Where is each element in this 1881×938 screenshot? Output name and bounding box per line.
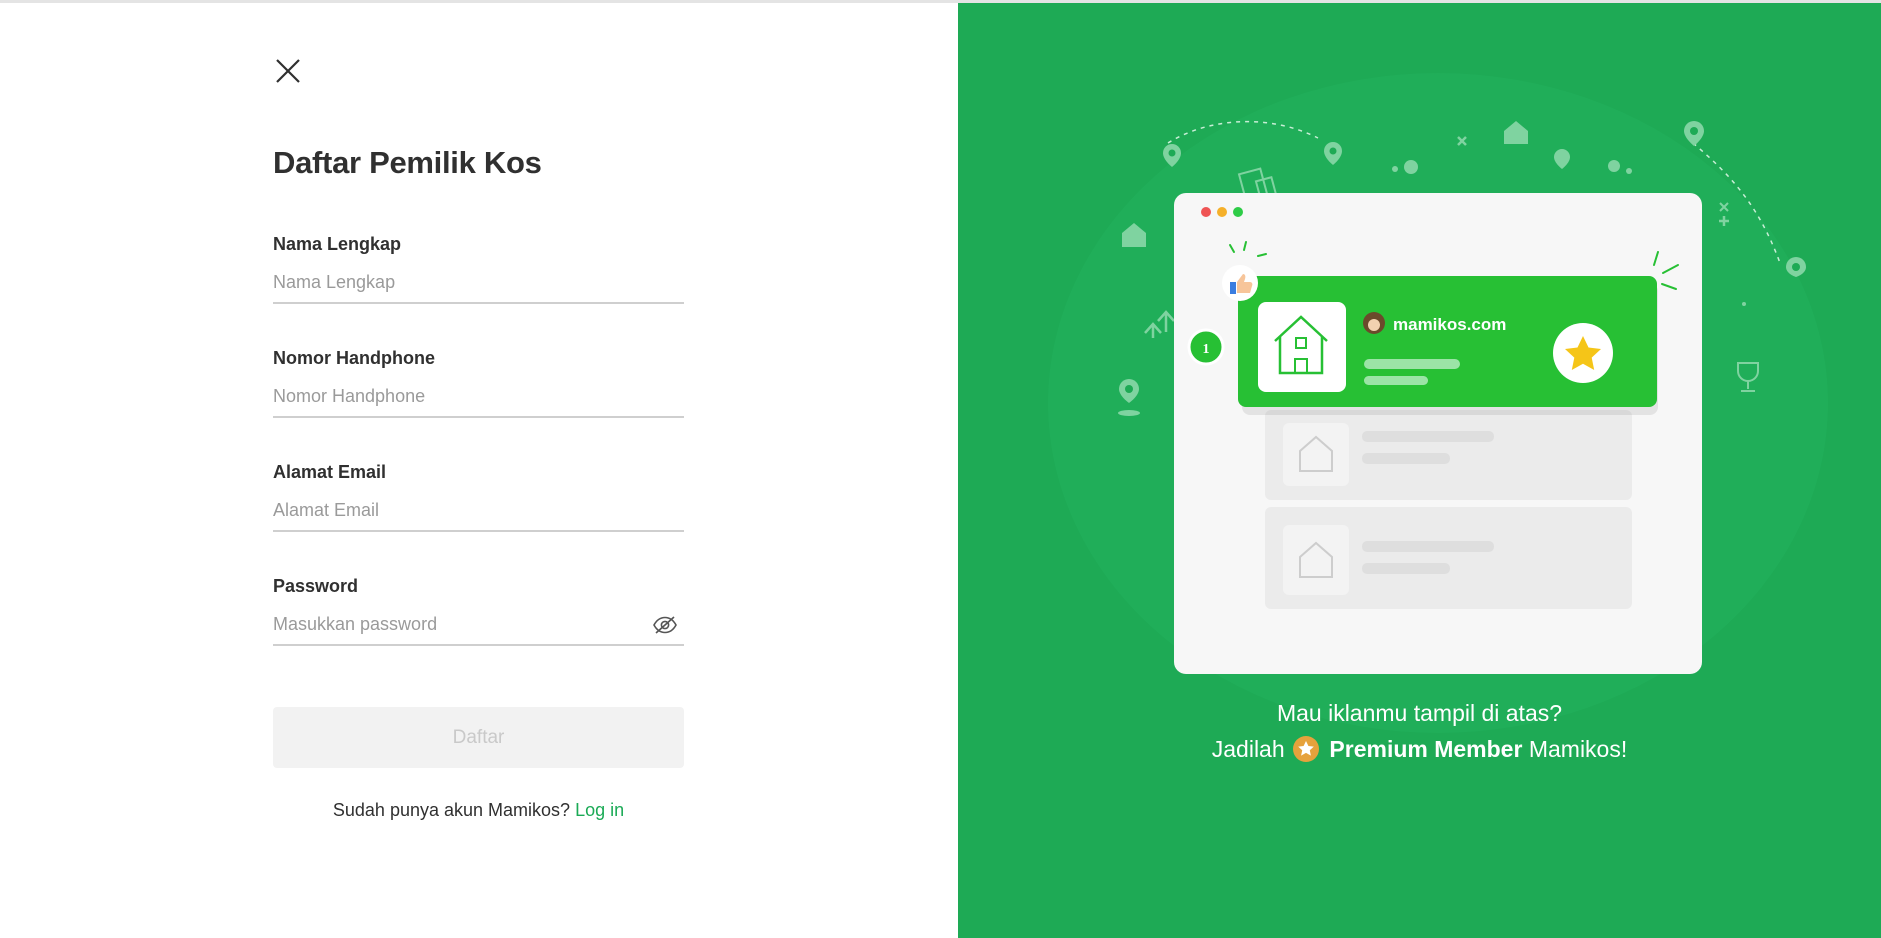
featured-listing-card: mamikos.com [1238,276,1658,415]
phone-label: Nomor Handphone [273,348,435,368]
rank-badge-label: 1 [1203,342,1210,357]
close-button[interactable] [272,55,304,87]
email-label: Alamat Email [273,462,387,482]
placeholder-listing-1 [1265,410,1632,500]
password-input[interactable] [273,604,684,646]
card-site-label: mamikos.com [1393,315,1506,334]
password-field: Password [273,576,684,646]
login-prompt-text: Sudah punya akun Mamikos? [332,800,571,820]
eye-slash-icon [653,616,677,634]
password-visibility-toggle[interactable] [652,615,678,635]
full-name-input[interactable] [273,262,684,304]
window-dot-yellow [1217,207,1227,217]
full-name-field: Nama Lengkap [273,234,684,304]
registration-panel: Daftar Pemilik Kos Nama Lengkap Nomor Ha… [0,3,958,938]
email-field: Alamat Email [273,462,684,532]
premium-badge [1293,736,1320,762]
login-link[interactable]: Log in [575,800,624,820]
full-name-label: Nama Lengkap [273,234,402,254]
window-dot-green [1233,207,1243,217]
register-button[interactable]: Daftar [273,707,684,768]
promo-headline: Mau iklanmu tampil di atas? [1276,700,1563,726]
window-dot-red [1201,207,1211,217]
password-label: Password [273,576,359,596]
phone-input[interactable] [273,376,684,418]
placeholder-listing-2 [1265,507,1632,609]
login-prompt: Sudah punya akun Mamikos? Log in [273,800,684,821]
email-input[interactable] [273,490,684,532]
promo-subline: Jadilah Premium Member Mamikos! [958,736,1881,763]
promo-prefix: Jadilah [1211,736,1285,762]
promo-suffix: Mamikos! [1528,736,1628,762]
premium-member-label: Premium Member [1329,736,1523,762]
star-icon [1298,741,1314,756]
thumbs-up-icon [1222,265,1258,301]
phone-field: Nomor Handphone [273,348,684,418]
promo-illustration: mamikos.com 1 [1048,73,1828,733]
page-title: Daftar Pemilik Kos [273,145,542,180]
promo-panel: mamikos.com 1 Mau iklanmu tampil di atas… [958,3,1881,938]
close-icon [276,59,300,83]
